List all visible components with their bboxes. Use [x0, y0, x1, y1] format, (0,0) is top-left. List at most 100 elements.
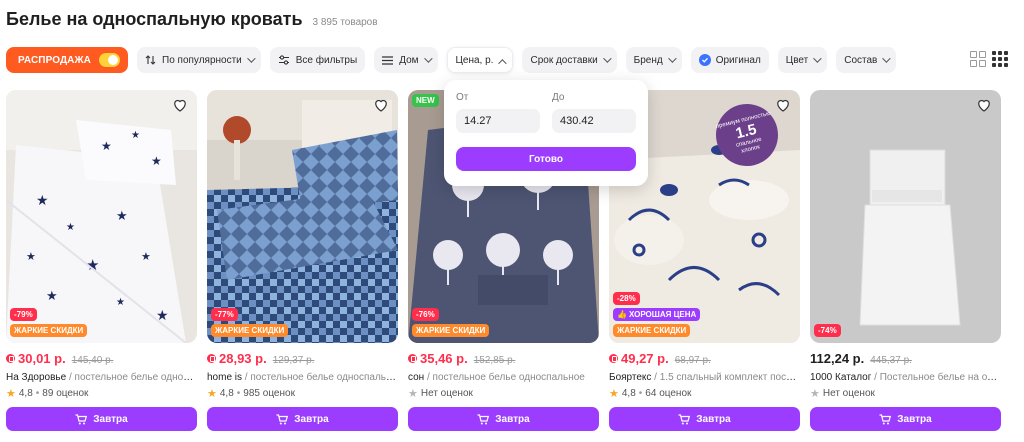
price-from-input[interactable]: 14.27	[456, 109, 540, 133]
chevron-down-icon	[667, 54, 677, 63]
price-row: 35,46 р. 152,85 р.	[408, 351, 599, 369]
current-price: 49,27 р.	[609, 351, 669, 366]
svg-text:★: ★	[66, 222, 75, 233]
current-price: 30,01 р.	[6, 351, 66, 366]
badge-stack: -74%	[814, 324, 841, 337]
all-filters-button[interactable]: Все фильтры	[269, 47, 366, 73]
verified-check-icon	[698, 54, 711, 66]
chevron-down-icon	[882, 54, 892, 63]
star-icon: ★	[609, 388, 619, 400]
product-image[interactable]: -74%	[810, 90, 1001, 343]
heart-icon[interactable]	[171, 96, 189, 114]
brand-dropdown[interactable]: Бренд	[625, 47, 682, 73]
star-icon: ★	[6, 388, 16, 400]
rating: ★ 4,8 • 64 оценок	[609, 388, 692, 400]
svg-text:★: ★	[26, 251, 36, 263]
add-to-cart-button[interactable]: Завтра	[408, 407, 599, 431]
color-label: Цвет	[785, 54, 809, 66]
sort-label: По популярности	[162, 54, 242, 66]
product-card[interactable]: -77% ЖАРКИЕ СКИДКИ 28,93 р. 129,37 р. ho…	[207, 90, 398, 431]
discount-badge: -28%	[613, 292, 640, 305]
chevron-up-icon	[498, 58, 508, 68]
svg-text:★: ★	[116, 208, 128, 223]
original-filter-chip[interactable]: Оригинал	[690, 47, 769, 73]
heart-icon[interactable]	[774, 96, 792, 114]
heart-icon[interactable]	[975, 96, 993, 114]
product-title[interactable]: home is / постельное белье односпальное	[207, 372, 398, 383]
heart-icon[interactable]	[372, 96, 390, 114]
svg-text:★: ★	[36, 192, 49, 208]
price-to-input[interactable]: 430.42	[552, 109, 636, 133]
sale-toggle-switch[interactable]	[98, 53, 120, 67]
apply-price-button[interactable]: Готово	[456, 147, 636, 171]
good-price-badge: 👍 ХОРОШАЯ ЦЕНА	[613, 308, 701, 321]
grid-3-view-icon[interactable]	[992, 51, 1008, 67]
old-price: 145,40 р.	[71, 355, 114, 366]
cart-icon	[879, 413, 892, 424]
bedding-white-image	[810, 90, 1001, 343]
delivery-label: Срок доставки	[530, 54, 598, 66]
chevron-down-icon	[246, 54, 256, 63]
product-card[interactable]: -74% 112,24 р. 445,37 р. 1000 Каталог / …	[810, 90, 1001, 431]
star-icon: ★	[207, 388, 217, 400]
sale-toggle-chip[interactable]: РАСПРОДАЖА	[6, 47, 128, 73]
svg-text:★: ★	[46, 288, 58, 303]
svg-text:★: ★	[101, 139, 112, 153]
sale-label: РАСПРОДАЖА	[18, 54, 91, 66]
rating: ★ 4,8 • 985 оценок	[207, 388, 295, 400]
product-image[interactable]: ★★ ★★ ★★ ★★ ★★ ★★ ★ -79% ЖАРКИЕ СКИДКИ	[6, 90, 197, 343]
discount-badge: -79%	[10, 308, 37, 321]
brand-label: Бренд	[633, 54, 663, 66]
wallet-icon	[408, 354, 417, 363]
hot-deals-badge: ЖАРКИЕ СКИДКИ	[412, 324, 490, 337]
product-card[interactable]: ★★ ★★ ★★ ★★ ★★ ★★ ★ -79% ЖАРКИЕ СКИДКИ 3…	[6, 90, 197, 431]
add-to-cart-button[interactable]: Завтра	[6, 407, 197, 431]
material-dropdown[interactable]: Состав	[836, 47, 897, 73]
discount-badge: -74%	[814, 324, 841, 337]
seller-name: На Здоровье	[6, 372, 67, 383]
seller-name: 1000 Каталог	[810, 372, 872, 383]
wallet-icon	[609, 354, 618, 363]
color-dropdown[interactable]: Цвет	[777, 47, 828, 73]
hot-deals-badge: ЖАРКИЕ СКИДКИ	[613, 324, 691, 337]
price-row: 49,27 р. 68,97 р.	[609, 351, 800, 369]
grid-2-view-icon[interactable]	[970, 51, 986, 67]
badge-stack: -28% 👍 ХОРОШАЯ ЦЕНА ЖАРКИЕ СКИДКИ	[613, 292, 701, 337]
sort-dropdown[interactable]: По популярности	[137, 47, 261, 73]
add-to-cart-button[interactable]: Завтра	[207, 407, 398, 431]
product-title[interactable]: сон / постельное белье односпальное	[408, 372, 599, 383]
sort-icon	[145, 55, 156, 65]
rating: ★ Нет оценок	[408, 388, 473, 400]
product-image[interactable]: -77% ЖАРКИЕ СКИДКИ	[207, 90, 398, 343]
category-home-dropdown[interactable]: Дом	[374, 47, 438, 73]
current-price: 28,93 р.	[207, 351, 267, 366]
add-to-cart-button[interactable]: Завтра	[609, 407, 800, 431]
price-dropdown[interactable]: Цена, р.	[446, 47, 514, 73]
all-filters-label: Все фильтры	[295, 54, 358, 66]
wallet-icon	[6, 354, 15, 363]
cart-icon	[477, 413, 490, 424]
seller-name: сон	[408, 372, 425, 383]
delivery-dropdown[interactable]: Срок доставки	[522, 47, 617, 73]
price-from-label: От	[456, 92, 469, 103]
chevron-down-icon	[602, 54, 612, 63]
thumbs-up-icon: 👍	[617, 310, 627, 319]
product-title[interactable]: На Здоровье / постельное белье односпаль…	[6, 372, 197, 383]
price-row: 30,01 р. 145,40 р.	[6, 351, 197, 369]
chevron-down-icon	[423, 54, 433, 63]
hot-deals-badge: ЖАРКИЕ СКИДКИ	[10, 324, 88, 337]
current-price: 35,46 р.	[408, 351, 468, 366]
new-badge: NEW	[412, 94, 439, 107]
star-icon: ★	[408, 388, 418, 400]
page-title: Белье на односпальную кровать	[6, 9, 303, 29]
filter-bar: РАСПРОДАЖА По популярности Все фильтры Д…	[6, 47, 905, 73]
star-icon: ★	[810, 388, 820, 400]
product-title[interactable]: 1000 Каталог / Постельное белье на однос…	[810, 372, 1001, 383]
product-title[interactable]: Бояртекс / 1.5 спальный комплект постель…	[609, 372, 800, 383]
sliders-icon	[278, 55, 290, 65]
chevron-down-icon	[813, 54, 822, 63]
product-count: 3 895 товаров	[312, 17, 378, 28]
add-to-cart-button[interactable]: Завтра	[810, 407, 1001, 431]
material-label: Состав	[844, 54, 878, 66]
wallet-icon	[207, 354, 216, 363]
